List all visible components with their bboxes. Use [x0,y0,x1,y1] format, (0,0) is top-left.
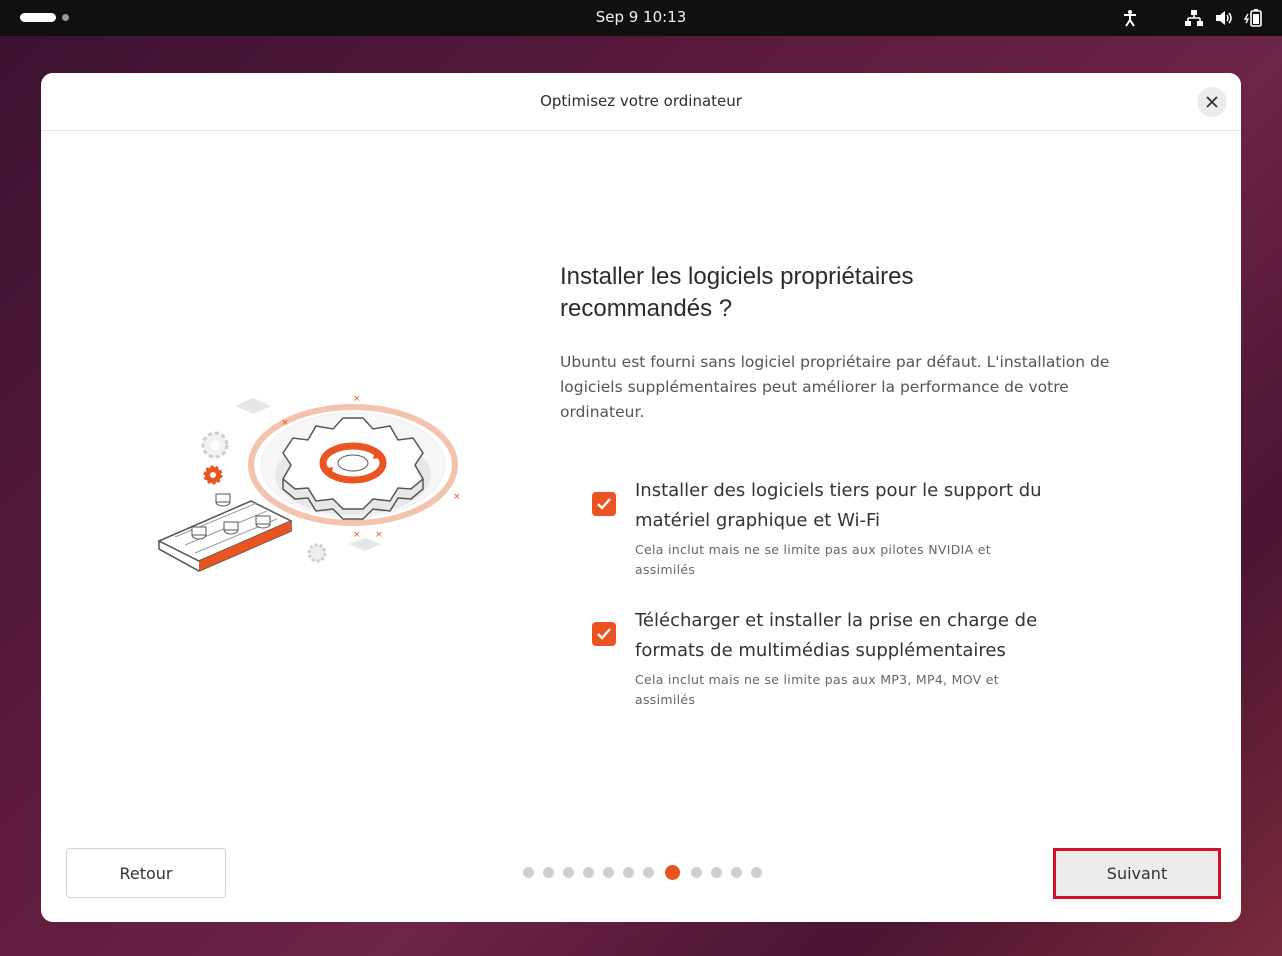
step-dot [623,867,634,878]
option-note: Cela inclut mais ne se limite pas aux MP… [635,672,999,707]
installer-dialog: Optimisez votre ordinateur × × × × × Ins… [41,73,1241,922]
page-heading: Installer les logiciels propriétaires re… [560,263,914,322]
step-dot [563,867,574,878]
back-button[interactable]: Retour [66,848,226,898]
step-dot [643,867,654,878]
step-dot [543,867,554,878]
next-button[interactable]: Suivant [1053,848,1221,899]
step-dot [523,867,534,878]
step-dot [731,867,742,878]
svg-text:×: × [353,530,361,540]
accessibility-icon[interactable] [1122,9,1138,27]
third-party-checkbox[interactable] [592,492,616,516]
top-bar: Sep 9 10:13 [0,0,1282,36]
svg-text:×: × [353,394,361,404]
option-label[interactable]: Installer des logiciels tiers pour le su… [635,476,1075,536]
close-icon [1206,96,1218,108]
multimedia-checkbox[interactable] [592,622,616,646]
battery-icon[interactable] [1244,8,1264,28]
svg-text:×: × [375,530,383,540]
checkmark-icon [597,628,611,640]
step-dot [603,867,614,878]
step-dot [691,867,702,878]
svg-text:×: × [281,418,289,428]
checkmark-icon [597,498,611,510]
page-description: Ubuntu est fourni sans logiciel propriét… [560,353,1110,421]
volume-icon[interactable] [1214,9,1234,27]
step-indicator [523,865,762,880]
step-dot [583,867,594,878]
step-dot [751,867,762,878]
dialog-title: Optimisez votre ordinateur [540,92,742,110]
close-button[interactable] [1197,87,1227,117]
system-tray[interactable] [1122,8,1264,28]
clock[interactable]: Sep 9 10:13 [0,8,1282,26]
network-icon[interactable] [1184,9,1204,27]
option-note: Cela inclut mais ne se limite pas aux pi… [635,542,991,577]
option-label[interactable]: Télécharger et installer la prise en cha… [635,606,1075,666]
software-gear-illustration: × × × × × × [157,394,461,572]
dialog-header: Optimisez votre ordinateur [41,73,1241,131]
step-dot-active [665,865,680,880]
step-dot [711,867,722,878]
svg-text:×: × [453,492,461,502]
